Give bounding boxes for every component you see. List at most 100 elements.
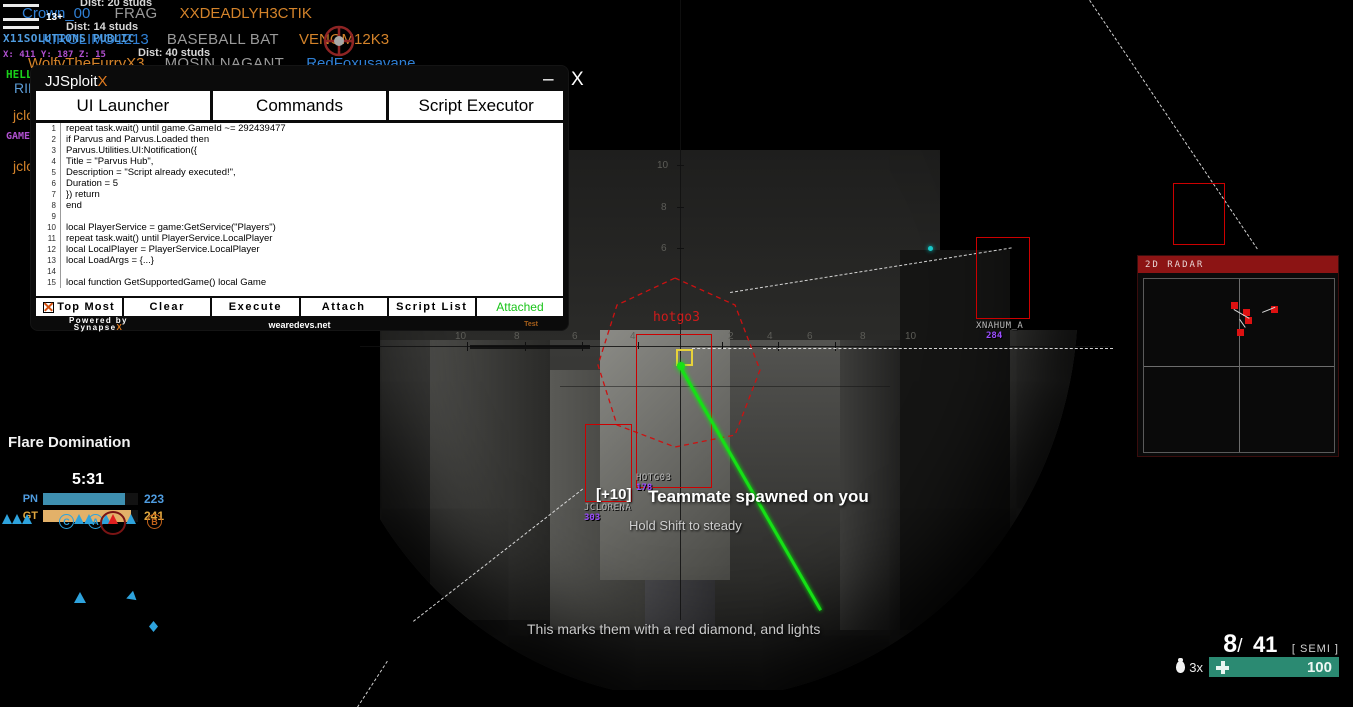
esp-name-label: JCLORENA [584, 503, 632, 513]
checkbox-icon [43, 301, 55, 313]
code-text: Title = "Parvus Hub", [60, 156, 153, 167]
code-line: 1 repeat task.wait() until game.GameId ~=… [36, 123, 563, 134]
code-text: Description = "Script already executed!"… [60, 167, 236, 178]
team-row-pn: PN 223 [8, 492, 188, 506]
script-editor[interactable]: 1 repeat task.wait() until game.GameId ~=… [36, 123, 563, 296]
line-number: 6 [51, 179, 56, 188]
ammo-current: 8 [1223, 630, 1238, 658]
radar-title: 2D RADAR [1138, 256, 1338, 273]
line-number: 13 [47, 256, 56, 265]
reticle-tick [525, 342, 526, 351]
close-button[interactable]: X [571, 69, 584, 91]
line-number: 7 [51, 190, 56, 199]
code-line: 13 local LoadArgs = {...} [36, 255, 563, 266]
esp-target-name: hotgo3 [653, 310, 700, 325]
esp-name-label: XNAHUM_A [976, 321, 1024, 331]
top-most-toggle[interactable]: Top Most [36, 298, 123, 316]
code-line: 2 if Parvus and Parvus.Loaded then [36, 134, 563, 145]
killfeed-weapon: FRAG [114, 5, 158, 22]
tab-script-executor[interactable]: Script Executor [389, 91, 564, 120]
code-text: end [60, 200, 82, 211]
round-timer: 5:31 [71, 471, 105, 488]
execute-button[interactable]: Execute [212, 298, 299, 316]
code-text: }) return [60, 189, 100, 200]
code-text [60, 266, 66, 277]
capture-point-c: C [59, 514, 74, 529]
code-text: Parvus.Utilities.UI:Notification({ [60, 145, 197, 156]
line-number: 9 [51, 212, 56, 221]
code-line: 4 Title = "Parvus Hub", [36, 156, 563, 167]
code-text: local PlayerService = game:GetService("P… [60, 222, 276, 233]
mil-label: 6 [572, 331, 578, 342]
code-text: local LoadArgs = {...} [60, 255, 154, 266]
clan-tag: X11SOLUTIONS PUBLIC [3, 32, 135, 45]
line-number: 3 [51, 146, 56, 155]
line-number: 8 [51, 201, 56, 210]
reticle-thickpost-left [470, 345, 590, 349]
code-text: if Parvus and Parvus.Loaded then [60, 134, 209, 145]
esp-name-label: HOTG03 [636, 473, 672, 483]
window-title-text: JJSploit [45, 73, 98, 90]
esp-box-enemy [976, 237, 1030, 319]
killfeed-weapon: BASEBALL BAT [166, 31, 279, 48]
line-number: 15 [47, 278, 56, 287]
website-label: wearedevs.net [268, 320, 331, 330]
screen-root: 10 8 6 4 2 4 6 8 10 10 8 6 hotgo3 HOTG03 [0, 0, 1353, 707]
mil-label: 10 [455, 331, 467, 342]
mil-label: 10 [657, 160, 669, 171]
grenade-counter: 3x [1176, 658, 1203, 675]
spawn-notification: Teammate spawned on you [648, 487, 869, 506]
line-number: 12 [47, 245, 56, 254]
window-title-x: X [97, 73, 108, 90]
score-popup: [+10] [596, 486, 632, 503]
tab-ui-launcher[interactable]: UI Launcher [36, 91, 210, 120]
headshot-icon [323, 25, 355, 57]
code-text: Duration = 5 [60, 178, 118, 189]
clear-button[interactable]: Clear [124, 298, 211, 316]
jjsploit-window[interactable]: JJSploitX – X UI Launcher Commands Scrip… [31, 66, 584, 332]
code-text: local function GetSupportedGame() local … [60, 277, 266, 288]
minimize-button[interactable]: – [543, 69, 554, 91]
gamemode-title: Flare Domination [8, 434, 131, 451]
attach-button[interactable]: Attach [300, 298, 387, 316]
tab-commands[interactable]: Commands [212, 91, 387, 120]
line-number: 2 [51, 135, 56, 144]
killfeed-victim: XXDEADLYH3CTIK [179, 5, 312, 22]
line-number: 5 [51, 168, 56, 177]
window-footer: Powered by SynapseX wearedevs.net Test [31, 317, 568, 332]
code-line: 14 [36, 266, 563, 277]
player-arrow-icon [74, 592, 86, 603]
scoreboard: Flare Domination 5:31 PN 223 GT 241 [8, 434, 188, 523]
ammo-separator: / [1237, 636, 1243, 657]
esp-snapline [763, 348, 1113, 349]
spawn-marker-icon [22, 514, 32, 524]
code-text: repeat task.wait() until game.GameId ~= … [60, 123, 286, 134]
code-line: 5 Description = "Script already executed!… [36, 167, 563, 178]
radar-axis-horizontal [1144, 365, 1334, 367]
script-list-button[interactable]: Script List [388, 298, 475, 316]
attached-status-badge: Attached [476, 298, 564, 316]
code-line: 7 }) return [36, 189, 563, 200]
esp-health-label: 303 [584, 513, 601, 523]
coords-readout: X: 411 Y: 187 Z: 15 [3, 50, 106, 60]
line-number: 14 [47, 267, 56, 276]
esp-box-target [636, 334, 712, 488]
code-line: 11 repeat task.wait() until PlayerService… [36, 233, 563, 244]
team-marker-icon [74, 514, 84, 524]
code-line: 9 [36, 211, 563, 222]
health-value: 100 [1306, 658, 1332, 676]
test-label: Test [524, 321, 538, 328]
chat-redacted-bar [3, 26, 39, 29]
code-line: 15 local function GetSupportedGame() loca… [36, 277, 563, 288]
reticle-tick [467, 342, 468, 351]
code-line: 8 end [36, 200, 563, 211]
spawn-marker-icon [2, 514, 12, 524]
code-line: 6 Duration = 5 [36, 178, 563, 189]
reticle-tick [677, 165, 684, 166]
mil-label: 6 [807, 331, 813, 342]
health-row: 3x 100 [1176, 657, 1339, 677]
line-number: 4 [51, 157, 56, 166]
mil-label: 8 [661, 202, 667, 213]
code-text [60, 211, 66, 222]
chat-redacted-bar [3, 18, 39, 21]
